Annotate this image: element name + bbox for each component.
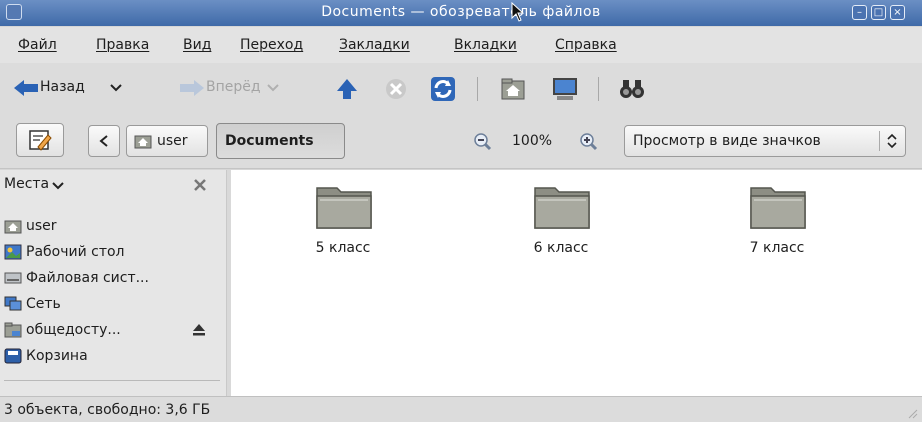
text-edit-icon [29, 130, 52, 151]
home-folder-icon[interactable] [500, 76, 526, 102]
zoom-level: 100% [512, 133, 553, 149]
maximize-button[interactable]: □ [871, 5, 886, 20]
home-folder-icon [4, 220, 22, 234]
status-bar: 3 объекта, свободно: 3,6 ГБ [0, 396, 922, 422]
resize-grip-icon[interactable] [906, 407, 918, 419]
path-segment-user[interactable]: user [126, 125, 208, 157]
title-bar[interactable]: Documents — обозреватель файлов – □ × [0, 0, 922, 26]
edit-location-button[interactable] [16, 123, 64, 157]
shared-folder-icon [4, 322, 22, 338]
sidebar-item-trash[interactable]: Корзина [4, 346, 219, 366]
back-button[interactable]: Назад [12, 63, 132, 113]
folder-icon [534, 187, 590, 229]
home-folder-icon [134, 135, 152, 149]
path-segment-documents[interactable]: Documents [216, 123, 345, 159]
zoom-out-icon[interactable] [473, 132, 493, 152]
forward-arrow-icon [180, 80, 204, 96]
back-arrow-icon [14, 80, 38, 96]
menu-tabs[interactable]: Вкладки [454, 37, 517, 53]
chevron-down-icon [52, 182, 64, 190]
reload-icon[interactable] [430, 76, 456, 102]
status-text: 3 объекта, свободно: 3,6 ГБ [4, 402, 211, 418]
file-icon-view[interactable]: 5 класс 6 класс 7 класс [231, 170, 922, 396]
folder-icon [316, 187, 372, 229]
filesystem-icon [4, 272, 22, 284]
folder-item[interactable]: 5 класс [283, 182, 403, 262]
sidebar-item-network[interactable]: Сеть [4, 294, 219, 314]
toolbar-separator [598, 77, 599, 101]
chevron-left-icon [99, 135, 108, 147]
desktop-icon [4, 244, 22, 260]
window-title: Documents — обозреватель файлов [321, 4, 601, 20]
folder-item[interactable]: 6 класс [501, 182, 621, 262]
toolbar-separator [477, 77, 478, 101]
places-header[interactable]: Места [4, 176, 64, 196]
menu-help[interactable]: Справка [555, 37, 617, 53]
sidebar-item-desktop[interactable]: Рабочий стол [4, 242, 219, 262]
menu-file[interactable]: Файл [18, 37, 57, 53]
minimize-button[interactable]: – [852, 5, 867, 20]
close-sidebar-icon[interactable] [193, 178, 207, 192]
menu-edit[interactable]: Правка [96, 37, 149, 53]
stop-icon[interactable] [384, 77, 408, 101]
menu-view[interactable]: Вид [183, 37, 211, 53]
sidebar-divider [4, 380, 220, 381]
eject-icon[interactable] [192, 323, 206, 337]
sidebar-item-filesystem[interactable]: Файловая сист... [4, 268, 219, 288]
mouse-cursor-icon [511, 2, 525, 22]
menu-go[interactable]: Переход [240, 37, 303, 53]
zoom-in-icon[interactable] [579, 132, 599, 152]
trash-icon [4, 348, 22, 364]
places-sidebar: Места user Рабочий стол Файловая сист... [0, 170, 226, 396]
menu-bar: Файл Правка Вид Переход Закладки Вкладки… [0, 27, 922, 63]
folder-item[interactable]: 7 класс [717, 182, 837, 262]
toolbar: Назад Вперёд [0, 63, 922, 113]
sidebar-item-user[interactable]: user [4, 216, 219, 236]
menu-bookmarks[interactable]: Закладки [339, 37, 410, 53]
location-bar: user Documents 100% Просмотр в виде знач… [0, 113, 922, 169]
path-back-button[interactable] [88, 125, 120, 157]
up-arrow-icon[interactable] [335, 77, 359, 101]
chevron-down-icon[interactable] [110, 83, 122, 93]
folder-icon [750, 187, 806, 229]
sidebar-item-shared[interactable]: общедосту... [4, 320, 219, 340]
computer-icon[interactable] [551, 75, 579, 103]
close-button[interactable]: × [890, 5, 905, 20]
forward-button[interactable]: Вперёд [150, 63, 279, 113]
select-arrows-icon [887, 133, 897, 149]
network-icon [4, 296, 22, 311]
view-mode-select[interactable]: Просмотр в виде значков [624, 125, 906, 157]
binoculars-search-icon[interactable] [618, 77, 646, 101]
chevron-down-icon[interactable] [267, 83, 279, 93]
